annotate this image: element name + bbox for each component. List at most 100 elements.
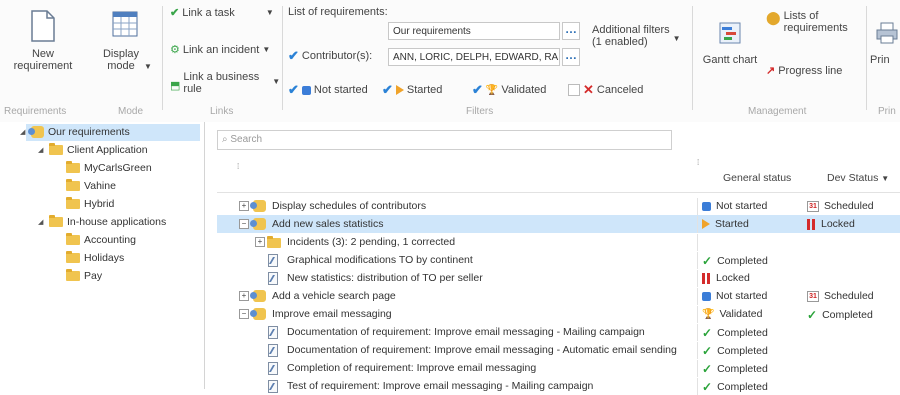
tree-item-pay[interactable]: Pay: [66, 269, 102, 282]
filter-started[interactable]: ✔ Started: [382, 82, 442, 98]
filter-not-started[interactable]: ✔ Not started: [288, 82, 368, 98]
status-label: Completed: [717, 255, 768, 267]
column-divider: [697, 234, 698, 251]
validated-label: Validated: [501, 84, 547, 96]
search-input[interactable]: ⌕ Search: [217, 130, 672, 150]
locked-icon: [807, 218, 816, 230]
row-label: Add new sales statistics: [272, 218, 384, 230]
checkbox-not-started[interactable]: ✔: [288, 82, 299, 98]
table-row[interactable]: − Improve email messaging 🏆 Validated ✓ Co…: [217, 305, 900, 323]
link-task-button[interactable]: ✔ Link a task ▼: [170, 6, 274, 20]
collapse-icon[interactable]: ◢: [20, 128, 27, 136]
gantt-chart-button[interactable]: Gantt chart: [694, 22, 766, 66]
filter-canceled[interactable]: ✕ Canceled: [568, 82, 643, 98]
checkbox-contributors[interactable]: ✔: [288, 48, 299, 64]
checkbox-canceled[interactable]: [568, 84, 580, 96]
general-status: Started: [702, 218, 749, 230]
tree-item-label: Hybrid: [84, 198, 115, 210]
gantt-chart-label: Gantt chart: [702, 54, 758, 66]
table-row[interactable]: Test of requirement: Improve email messa…: [217, 377, 900, 395]
tree-item-hybrid[interactable]: Hybrid: [66, 197, 115, 210]
tree-item-label: Accounting: [84, 234, 136, 246]
column-divider: [697, 378, 698, 395]
link-incident-label: Link an incident: [182, 43, 260, 56]
display-mode-button[interactable]: Display mode ▼: [92, 10, 158, 73]
additional-filters-button[interactable]: Additional filters (1 enabled) ▼: [592, 24, 681, 48]
tree-item-client-application[interactable]: ◢ Client Application: [38, 143, 148, 156]
link-incident-button[interactable]: ⚙ Link an incident ▼: [170, 43, 270, 57]
status-label: Not started: [716, 290, 768, 302]
list-of-requirements-field[interactable]: Our requirements: [388, 22, 560, 40]
column-divider: [697, 342, 698, 359]
column-divider: [697, 270, 698, 287]
task-icon: [267, 272, 279, 285]
folder-icon: [66, 197, 80, 209]
lists-icon: ⬤: [766, 10, 781, 25]
column-header-dev-status[interactable]: Dev Status ▼: [827, 172, 889, 184]
contributors-browse-button[interactable]: …: [562, 48, 580, 66]
grid-icon: [112, 11, 138, 37]
column-resize-handle[interactable]: ⁞: [237, 162, 239, 171]
general-status: 🏆 Validated: [702, 308, 762, 320]
not-started-label: Not started: [313, 84, 368, 96]
row-label: Incidents (3): 2 pending, 1 corrected: [287, 236, 456, 248]
group-label-requirements: Requirements: [4, 106, 67, 117]
requirements-list: ⌕ Search ⁞ ⁞ General status Dev Status ▼…: [205, 122, 900, 395]
tree-item-vahine[interactable]: Vahine: [66, 179, 116, 192]
folder-icon: [66, 269, 80, 281]
filter-validated[interactable]: ✔ 🏆 Validated: [472, 82, 546, 98]
table-row-selected[interactable]: − Add new sales statistics Started Locke…: [217, 215, 900, 233]
list-of-requirements-label: List of requirements:: [288, 6, 388, 18]
tree-item-accounting[interactable]: Accounting: [66, 233, 136, 246]
list-browse-button[interactable]: …: [562, 22, 580, 40]
business-rule-icon: ⬒: [170, 80, 181, 92]
ribbon: New requirement Requirements Display mod…: [0, 0, 900, 123]
folder-icon: [267, 236, 281, 248]
table-row[interactable]: Documentation of requirement: Improve em…: [217, 323, 900, 341]
link-business-rule-button[interactable]: ⬒ Link a business rule ▼: [170, 71, 280, 95]
table-row[interactable]: Documentation of requirement: Improve em…: [217, 341, 900, 359]
table-row[interactable]: + Incidents (3): 2 pending, 1 corrected: [217, 233, 900, 251]
separator: [282, 6, 283, 110]
collapse-icon[interactable]: ◢: [38, 218, 45, 226]
print-button[interactable]: Prin: [870, 22, 900, 66]
not-started-icon: [301, 85, 311, 95]
lists-of-requirements-button[interactable]: ⬤ Lists of requirements: [766, 10, 848, 34]
tree-root[interactable]: ◢ Our requirements: [20, 126, 130, 138]
expand-icon[interactable]: +: [255, 237, 265, 247]
collapse-icon[interactable]: −: [239, 219, 249, 229]
tree-item-in-house-applications[interactable]: ◢ In-house applications: [38, 215, 166, 228]
locked-icon: [702, 272, 711, 284]
table-row[interactable]: Completion of requirement: Improve email…: [217, 359, 900, 377]
column-header-general-status[interactable]: General status: [723, 172, 791, 184]
tree-item-holidays[interactable]: Holidays: [66, 251, 124, 264]
expand-icon[interactable]: +: [239, 291, 249, 301]
checkbox-validated[interactable]: ✔: [472, 82, 483, 98]
collapse-icon[interactable]: −: [239, 309, 249, 319]
contributors-field[interactable]: ANN, LORIC, DELPH, EDWARD, RA: [388, 48, 560, 66]
checkbox-started[interactable]: ✔: [382, 82, 393, 98]
row-label: Documentation of requirement: Improve em…: [287, 344, 677, 356]
separator: [692, 6, 693, 110]
table-row[interactable]: + Display schedules of contributors Not …: [217, 197, 900, 215]
table-row[interactable]: New statistics: distribution of TO per s…: [217, 269, 900, 287]
collapse-icon[interactable]: ◢: [38, 146, 45, 154]
row-label: Graphical modifications TO by continent: [287, 254, 473, 266]
contributors-filter[interactable]: ✔ Contributor(s):: [288, 48, 372, 64]
new-requirement-button[interactable]: New requirement: [8, 10, 78, 72]
column-resize-handle[interactable]: ⁞: [697, 158, 699, 167]
additional-filters-count: (1 enabled): [592, 36, 648, 48]
dev-status: Locked: [807, 218, 855, 230]
tree-item-mycarlsgreen[interactable]: MyCarlsGreen: [66, 161, 152, 174]
group-label-management: Management: [748, 106, 807, 117]
column-divider: [697, 306, 698, 323]
status-label: Validated: [719, 308, 763, 320]
dev-status-value: Locked: [821, 218, 855, 230]
progress-line-button[interactable]: ↗ Progress line: [766, 64, 842, 78]
link-business-rule-label: Link a business: [183, 71, 260, 83]
table-row[interactable]: Graphical modifications TO by continent …: [217, 251, 900, 269]
expand-icon[interactable]: +: [239, 201, 249, 211]
chevron-down-icon: ▼: [144, 62, 152, 71]
link-incident-icon: ⚙: [170, 44, 180, 56]
table-row[interactable]: + Add a vehicle search page Not started …: [217, 287, 900, 305]
